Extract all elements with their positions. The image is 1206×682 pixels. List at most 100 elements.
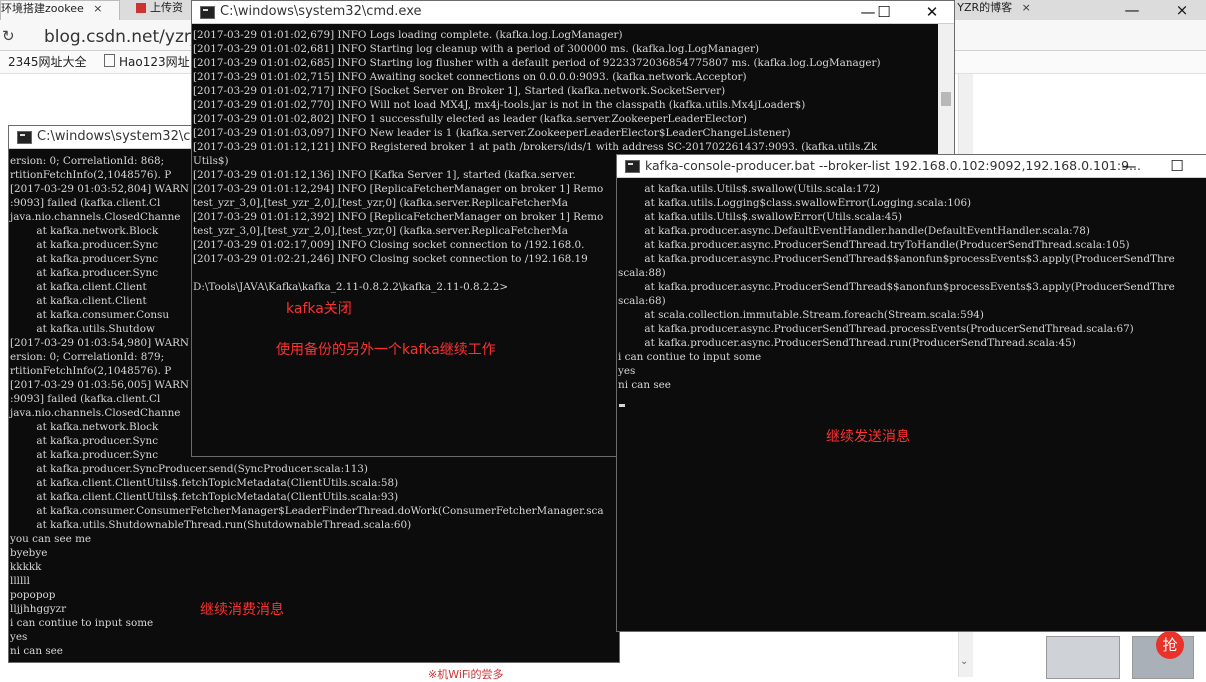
console-line: [2017-03-29 01:01:12,136] INFO [Kafka Se…	[193, 169, 576, 181]
console-line: :9093] failed (kafka.client.Cl	[10, 393, 161, 405]
console-line: at kafka.producer.async.ProducerSendThre…	[618, 323, 1134, 335]
console-line: popopop	[10, 589, 56, 601]
console-line: i can contiue to input some	[10, 617, 154, 629]
maximize-button[interactable]: ☐	[870, 2, 898, 22]
console-line: at kafka.producer.async.ProducerSendThre…	[618, 239, 1130, 251]
console-line: :9093] failed (kafka.client.Cl	[10, 197, 161, 209]
server-image	[1046, 636, 1120, 679]
console-line: [2017-03-29 01:01:12,294] INFO [ReplicaF…	[193, 183, 604, 195]
console-line: at kafka.client.ClientUtils$.fetchTopicM…	[10, 477, 399, 489]
maximize-button[interactable]: ☐	[1163, 156, 1191, 176]
console-line: [2017-03-29 01:02:21,246] INFO Closing s…	[193, 253, 588, 265]
tab-label: 环境搭建zookee	[1, 2, 84, 15]
console-line: java.nio.channels.ClosedChanne	[10, 211, 181, 223]
console-icon	[17, 131, 32, 144]
console-line: [2017-03-29 01:03:54,980] WARN	[10, 337, 190, 349]
console-line: [2017-03-29 01:01:02,802] INFO 1 success…	[193, 113, 747, 125]
browser-minimize-button[interactable]: —	[1118, 0, 1146, 20]
console-line: at kafka.client.Client	[10, 295, 147, 307]
console-line: yes	[618, 365, 636, 377]
console-line: llllll	[10, 575, 30, 587]
console-line: test_yzr_3,0],[test_yzr_2,0],[test_yzr,0…	[193, 225, 568, 237]
producer-window: kafka-console-producer.bat --broker-list…	[616, 154, 1206, 632]
console-line: [2017-03-29 01:03:56,005] WARN	[10, 379, 190, 391]
titlebar: C:\windows\system32\cmd.exe — ☐ ✕	[192, 1, 954, 24]
console-line: at kafka.producer.async.ProducerSendThre…	[618, 337, 1076, 349]
browser-close-button[interactable]: ×	[1168, 0, 1196, 20]
console-line: ni can see	[10, 645, 63, 657]
console-line: [2017-03-29 01:01:12,121] INFO Registere…	[193, 141, 878, 153]
close-button[interactable]: ✕	[918, 2, 946, 22]
console-line: byebye	[10, 547, 48, 559]
console-line: [2017-03-29 01:01:12,392] INFO [ReplicaF…	[193, 211, 604, 223]
console-line: at kafka.utils.Logging$class.swallowErro…	[618, 197, 972, 209]
annotation-continue-consume: 继续消费消息	[200, 602, 284, 618]
console-line: at kafka.producer.SyncProducer.send(Sync…	[10, 463, 368, 475]
console-icon	[200, 6, 215, 19]
reload-icon[interactable]: ↻	[2, 27, 15, 45]
console-line: [2017-03-29 01:03:52,804] WARN	[10, 183, 190, 195]
annotation-use-backup: 使用备份的另外一个kafka继续工作	[276, 342, 496, 358]
console-line: i can contiue to input some	[618, 351, 762, 363]
console-line: lljjhhggyzr	[10, 603, 67, 615]
console-icon	[625, 160, 640, 173]
console-line: [2017-03-29 01:01:02,679] INFO Logs load…	[193, 29, 623, 41]
console-line: [2017-03-29 01:01:02,715] INFO Awaiting …	[193, 71, 747, 83]
partial-page-text: ※机WiFi的尝多	[428, 668, 504, 681]
bookmark-2345[interactable]: 2345网址大全	[8, 53, 87, 70]
console-line: ersion: 0; CorrelationId: 868;	[10, 155, 168, 167]
console-line: ersion: 0; CorrelationId: 879;	[10, 351, 165, 363]
console-line: rtitionFetchInfo(2,1048576). P	[10, 169, 172, 181]
console-line: [2017-03-29 01:01:02,685] INFO Starting …	[193, 57, 881, 69]
annotation-continue-send: 继续发送消息	[826, 429, 910, 445]
console-line: at kafka.consumer.ConsumerFetcherManager…	[10, 505, 604, 517]
console-line: kkkkk	[10, 561, 42, 573]
console-line: scala:68)	[618, 295, 666, 307]
console-line: [2017-03-29 01:01:02,681] INFO Starting …	[193, 43, 760, 55]
page-icon	[104, 54, 115, 67]
scroll-down-icon[interactable]: ⌄	[960, 656, 968, 667]
console-line: at kafka.network.Block	[10, 225, 159, 237]
console-line: at kafka.producer.async.ProducerSendThre…	[618, 281, 1175, 293]
window-title: C:\windows\system32\cmd	[37, 129, 212, 144]
console-line: [2017-03-29 01:01:03,097] INFO New leade…	[193, 127, 791, 139]
console-output[interactable]: at kafka.utils.Utils$.swallow(Utils.scal…	[617, 178, 1206, 631]
minimize-button[interactable]: —	[1115, 156, 1143, 176]
window-title: C:\windows\system32\cmd.exe	[220, 4, 422, 19]
annotation-kafka-closed: kafka关闭	[286, 301, 352, 317]
tab-label: 上传资	[150, 1, 183, 14]
grab-badge[interactable]: 抢	[1156, 631, 1184, 659]
console-line: rtitionFetchInfo(2,1048576). P	[10, 365, 172, 377]
console-line: at kafka.utils.Shutdow	[10, 323, 155, 335]
console-line: at kafka.producer.Sync	[10, 239, 159, 251]
console-line: yes	[10, 631, 28, 643]
bookmark-hao123[interactable]: Hao123网址	[104, 53, 190, 70]
console-line: at kafka.utils.ShutdownableThread.run(Sh…	[10, 519, 412, 531]
close-icon[interactable]: ×	[1022, 1, 1031, 14]
console-line: scala:88)	[618, 267, 666, 279]
console-line: [2017-03-29 01:01:02,770] INFO Will not …	[193, 99, 806, 111]
console-line: Utils$)	[193, 155, 229, 167]
console-line: at kafka.producer.Sync	[10, 267, 159, 279]
text-cursor	[619, 404, 625, 407]
console-line: at kafka.producer.Sync	[10, 253, 159, 265]
console-line: at kafka.producer.async.DefaultEventHand…	[618, 225, 1090, 237]
console-line: at kafka.network.Block	[10, 421, 159, 433]
console-line: ni can see	[618, 379, 671, 391]
console-line: you can see me	[10, 533, 92, 545]
console-line: at kafka.producer.async.ProducerSendThre…	[618, 253, 1175, 265]
tab-yzr-blog[interactable]: ] - YZR的博客 ×	[942, 0, 1052, 20]
close-icon[interactable]: ×	[93, 2, 102, 15]
tab-upload[interactable]: 上传资	[136, 0, 196, 20]
window-title: kafka-console-producer.bat --broker-list…	[645, 158, 1141, 173]
console-line: at kafka.utils.Utils$.swallow(Utils.scal…	[618, 183, 880, 195]
scroll-thumb[interactable]	[941, 92, 951, 106]
console-line: at kafka.producer.Sync	[10, 435, 159, 447]
tab-blog[interactable]: 环境搭建zookee ×	[0, 0, 120, 21]
console-line: java.nio.channels.ClosedChanne	[10, 407, 181, 419]
console-line: [2017-03-29 01:02:17,009] INFO Closing s…	[193, 239, 585, 251]
console-line: test_yzr_3,0],[test_yzr_2,0],[test_yzr,0…	[193, 197, 568, 209]
bookmark-label: Hao123网址	[119, 55, 190, 69]
favicon-icon	[136, 3, 146, 13]
console-line: D:\Tools\JAVA\Kafka\kafka_2.11-0.8.2.2\k…	[193, 281, 509, 293]
